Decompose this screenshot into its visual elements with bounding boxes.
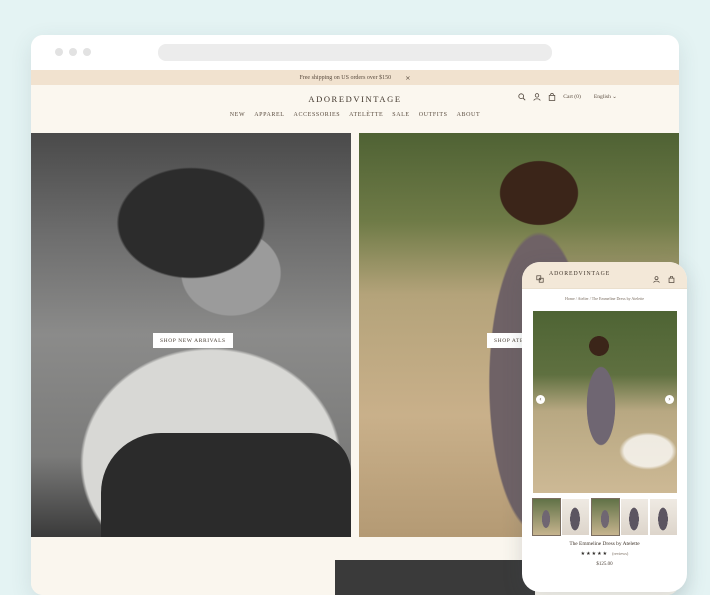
product-title: The Emmeline Dress by Atelette	[569, 541, 640, 547]
product-thumbnails	[532, 498, 677, 536]
nav-item-apparel[interactable]: APPAREL	[254, 112, 284, 118]
cart-icon[interactable]	[668, 270, 675, 288]
main-nav: NEW APPAREL ACCESSORIES ATELÈTTE SALE OU…	[31, 112, 679, 118]
shop-new-arrivals-button[interactable]: SHOP NEW ARRIVALS	[153, 333, 233, 348]
product-thumbnail[interactable]	[650, 499, 677, 535]
site-header: ADOREDVINTAGE Cart (0) English ⌄ NEW APP…	[31, 85, 679, 133]
search-icon[interactable]	[518, 93, 526, 101]
chevron-right-icon[interactable]: ›	[665, 395, 674, 404]
address-bar[interactable]	[158, 44, 552, 61]
window-dot	[55, 48, 63, 56]
window-dot	[83, 48, 91, 56]
announcement-bar: Free shipping on US orders over $150 ×	[31, 70, 679, 85]
nav-item-atelette[interactable]: ATELÈTTE	[349, 112, 383, 118]
nav-item-sale[interactable]: SALE	[392, 112, 409, 118]
nav-item-outfits[interactable]: OUTFITS	[419, 112, 448, 118]
header-actions: Cart (0) English ⌄	[518, 93, 617, 101]
product-image[interactable]: ‹ ›	[533, 311, 677, 493]
product-thumbnail[interactable]	[620, 499, 648, 535]
chevron-left-icon[interactable]: ‹	[536, 395, 545, 404]
product-rating: ★★★★★ (reviews)	[522, 551, 687, 557]
hero-image-left[interactable]: SHOP NEW ARRIVALS	[31, 133, 351, 537]
product-thumbnail[interactable]	[562, 499, 590, 535]
mobile-header: ADOREDVINTAGE	[522, 262, 687, 289]
product-price: $125.00	[596, 562, 613, 567]
cart-link[interactable]: Cart (0)	[563, 94, 581, 100]
logo-mark-icon	[536, 270, 544, 288]
close-icon[interactable]: ×	[405, 74, 410, 82]
nav-item-accessories[interactable]: ACCESSORIES	[294, 112, 341, 118]
mobile-logo[interactable]: ADOREDVINTAGE	[549, 271, 610, 277]
account-icon[interactable]	[653, 270, 660, 288]
nav-item-about[interactable]: ABOUT	[457, 112, 481, 118]
cart-icon[interactable]	[548, 93, 556, 101]
window-dot	[69, 48, 77, 56]
language-select[interactable]: English ⌄	[594, 94, 617, 100]
account-icon[interactable]	[533, 93, 541, 101]
product-thumbnail[interactable]	[590, 498, 620, 536]
announcement-text: Free shipping on US orders over $150	[299, 74, 392, 81]
review-count[interactable]: (reviews)	[612, 551, 628, 557]
nav-item-new[interactable]: NEW	[230, 112, 245, 118]
breadcrumb[interactable]: Home / Atelier / The Emmeline Dress by A…	[522, 296, 687, 301]
mobile-header-actions	[653, 270, 675, 288]
hero-photo-detail	[101, 433, 351, 537]
product-thumbnail[interactable]	[532, 498, 561, 536]
browser-chrome	[31, 35, 679, 71]
rating-stars: ★★★★★	[580, 551, 609, 557]
mobile-preview: ADOREDVINTAGE Home / Atelier / The Emmel…	[522, 262, 687, 592]
